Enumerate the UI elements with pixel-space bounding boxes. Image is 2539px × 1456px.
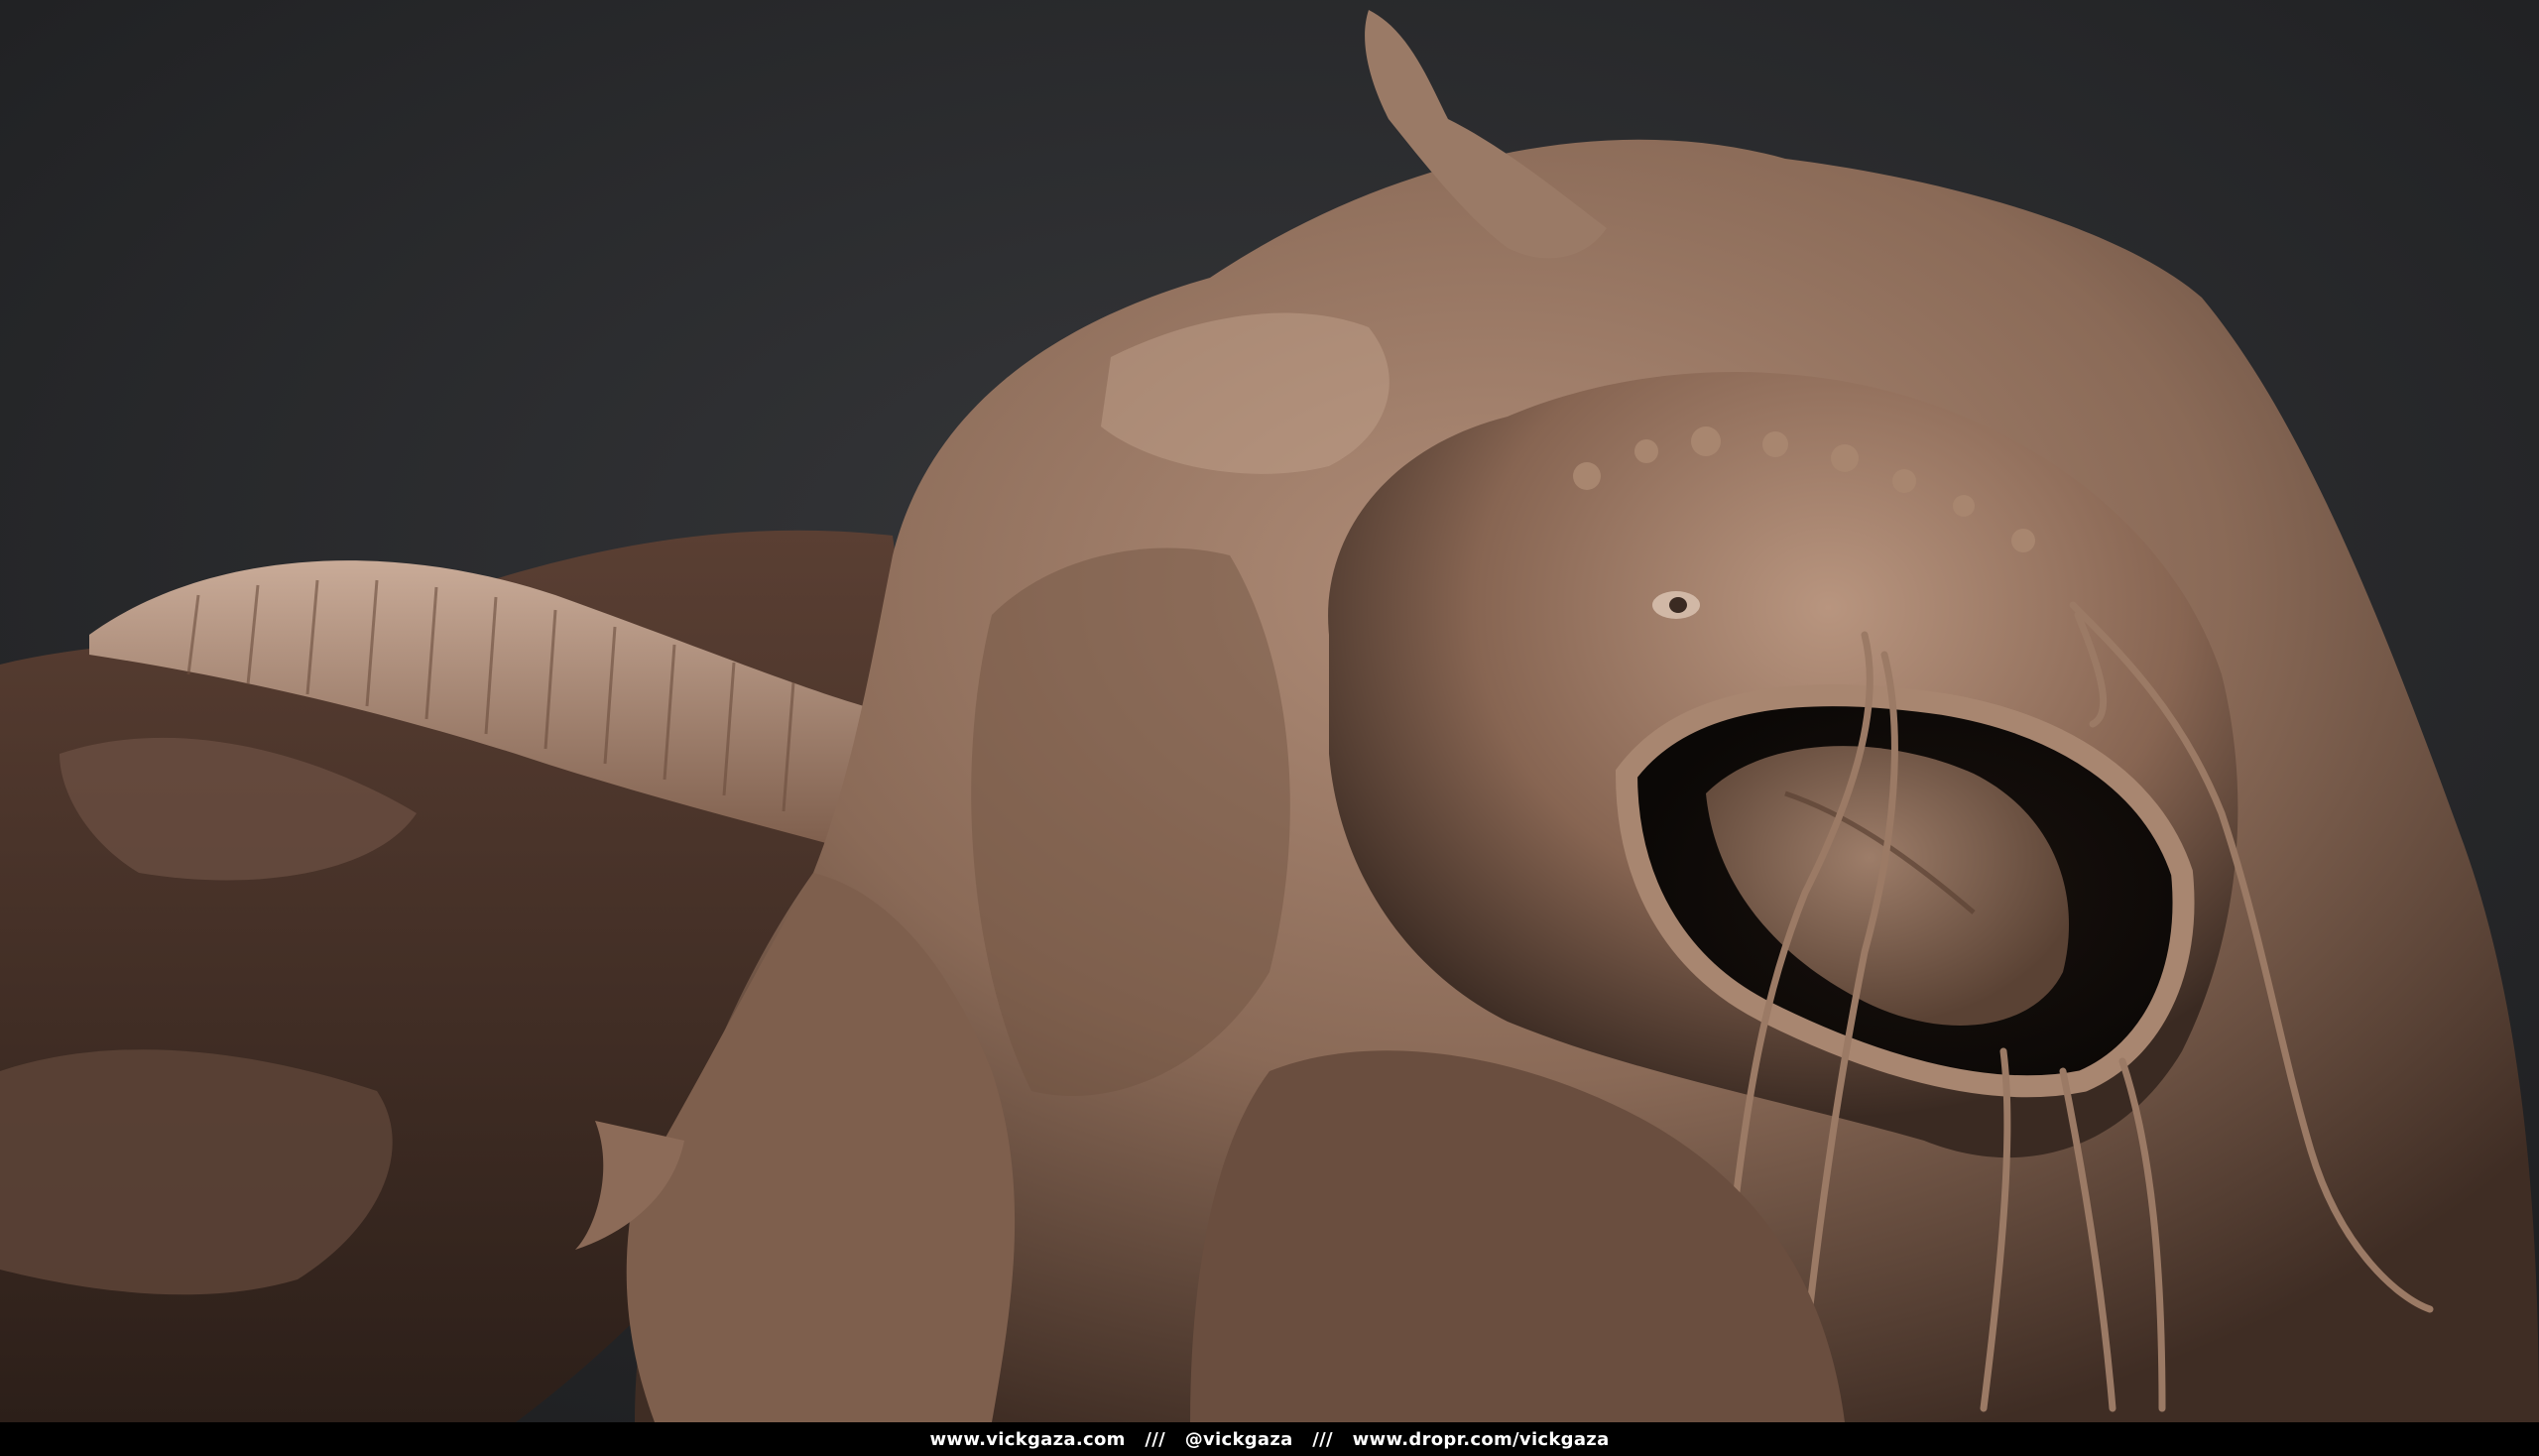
footer-credits-bar: www.vickgaza.com /// @vickgaza /// www.d…	[0, 1422, 2539, 1456]
render-viewport	[0, 0, 2539, 1422]
creature-render	[0, 0, 2539, 1422]
eye-pupil	[1669, 597, 1687, 613]
footer-credits: www.vickgaza.com /// @vickgaza /// www.d…	[929, 1428, 1610, 1450]
